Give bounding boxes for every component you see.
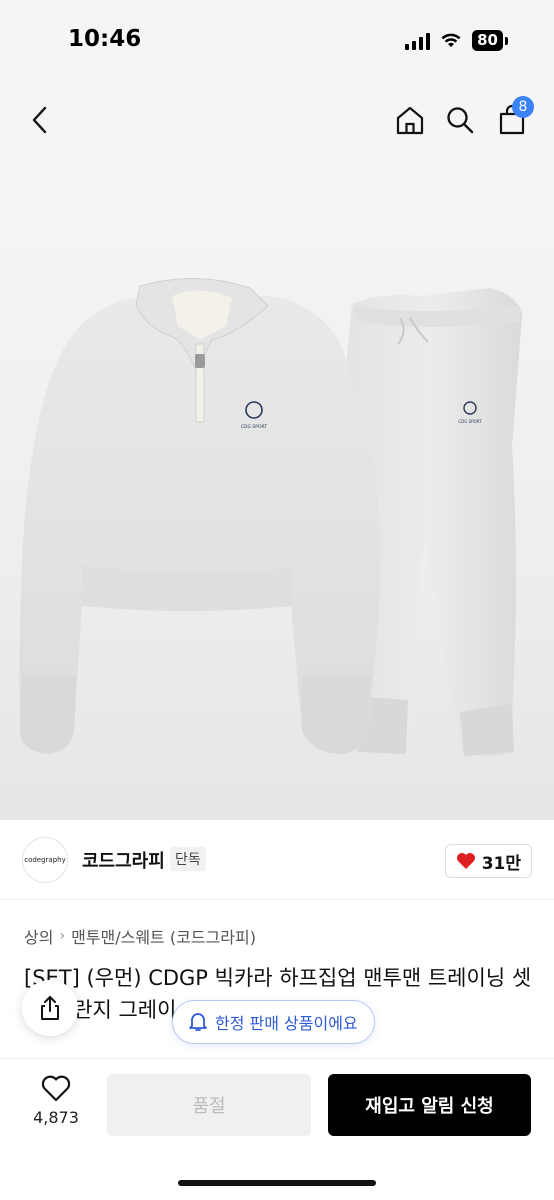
brand-name[interactable]: 코드그라피 xyxy=(82,847,165,873)
back-button[interactable] xyxy=(20,100,60,140)
wishlist-count: 4,873 xyxy=(33,1108,79,1127)
breadcrumb-subcategory[interactable]: 맨투맨/스웨트 (코드그라피) xyxy=(71,924,256,948)
home-button[interactable] xyxy=(390,100,430,140)
bottom-purchase-bar: 4,873 품절 재입고 알림 신청 xyxy=(0,1058,554,1200)
jacket-logo-text: CDG SPORT xyxy=(241,424,267,430)
search-icon xyxy=(447,107,474,134)
share-icon xyxy=(41,996,59,1020)
restock-alert-button[interactable]: 재입고 알림 신청 xyxy=(328,1074,531,1136)
status-time: 10:46 xyxy=(68,26,142,52)
bell-icon xyxy=(189,1013,207,1031)
battery-level: 80 xyxy=(472,30,503,51)
soldout-button[interactable]: 품절 xyxy=(107,1074,311,1136)
share-button[interactable] xyxy=(22,980,78,1036)
top-nav: 8 xyxy=(0,84,554,156)
pants-logo-text: CDG SPORT xyxy=(458,419,482,424)
exclusive-badge: 단독 xyxy=(170,847,206,871)
chevron-right-icon: › xyxy=(59,928,66,944)
breadcrumb-category[interactable]: 상의 xyxy=(24,924,53,948)
limited-sale-label: 한정 판매 상품이에요 xyxy=(215,1014,358,1033)
brand-logo[interactable]: codegraphy xyxy=(22,837,68,883)
status-bar: 10:46 80 xyxy=(0,0,554,84)
search-button[interactable] xyxy=(440,100,480,140)
status-icons: 80 xyxy=(405,30,508,51)
heart-icon xyxy=(41,1075,71,1102)
product-image[interactable]: CDG SPORT CDG SPORT xyxy=(0,156,554,820)
heart-filled-icon xyxy=(456,853,475,869)
breadcrumb: 상의 › 맨투맨/스웨트 (코드그라피) xyxy=(24,924,256,948)
home-indicator xyxy=(178,1180,376,1186)
home-icon xyxy=(396,106,424,135)
cart-count-badge: 8 xyxy=(512,96,534,118)
brand-like-count: 31만 xyxy=(481,853,521,874)
limited-sale-pill: 한정 판매 상품이에요 xyxy=(172,1000,375,1044)
battery-indicator: 80 xyxy=(472,30,508,51)
wishlist-button[interactable]: 4,873 xyxy=(24,1075,88,1127)
cart-button[interactable]: 8 xyxy=(492,96,534,140)
back-icon xyxy=(32,106,47,134)
product-illustration: CDG SPORT CDG SPORT xyxy=(19,277,522,757)
brand-logo-text: codegraphy xyxy=(24,856,66,864)
brand-like-button[interactable]: 31만 xyxy=(444,844,532,878)
signal-icon xyxy=(405,32,431,50)
brand-row: codegraphy 코드그라피 단독 31만 xyxy=(0,820,554,900)
wifi-icon xyxy=(441,33,461,47)
